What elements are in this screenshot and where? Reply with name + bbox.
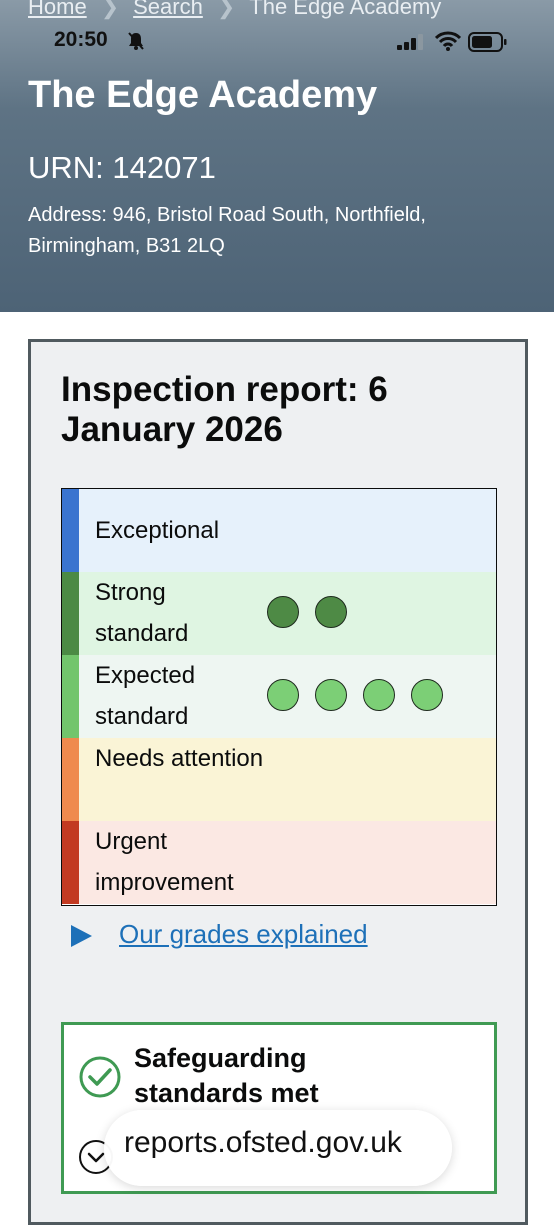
school-header: Home ❯ Search ❯ The Edge Academy 20:50 The E…: [0, 0, 554, 312]
breadcrumb-search-link[interactable]: Search: [133, 0, 203, 19]
grade-color-bar: [62, 489, 79, 572]
cellular-signal-icon: [397, 34, 423, 50]
grade-row: Needs attention: [62, 738, 496, 821]
grade-indicator-dot: [315, 679, 347, 711]
grade-indicator-dot: [267, 679, 299, 711]
wifi-icon: [435, 31, 461, 51]
grade-color-bar: [62, 572, 79, 655]
grade-row: Expected standard: [62, 655, 496, 738]
school-address: Address: 946, Bristol Road South, Northf…: [28, 204, 426, 257]
breadcrumb: Home ❯ Search ❯ The Edge Academy: [28, 0, 441, 20]
safeguarding-status: Safeguarding standards met: [134, 1043, 319, 1108]
status-bar: 20:50: [0, 28, 554, 58]
grade-indicator-dot: [315, 596, 347, 628]
battery-icon: [468, 32, 507, 52]
grade-row: Urgent improvement: [62, 821, 496, 904]
browser-url-bar[interactable]: reports.ofsted.gov.uk: [104, 1110, 452, 1186]
grade-indicator-dot: [411, 679, 443, 711]
inspection-report-panel: Inspection report: 6 January 2026 Except…: [28, 339, 528, 1225]
report-title: Inspection report: 6 January 2026: [61, 370, 388, 449]
breadcrumb-separator-icon: ❯: [216, 0, 236, 19]
bell-muted-icon: [128, 32, 144, 50]
status-time: 20:50: [54, 28, 108, 51]
urn-number: URN: 142071: [28, 150, 216, 185]
check-circle-icon: [79, 1056, 121, 1098]
expand-triangle-icon: [71, 925, 92, 947]
grade-color-bar: [62, 738, 79, 821]
grade-label: Exceptional: [95, 517, 220, 544]
grade-color-bar: [62, 821, 79, 904]
grade-label: Needs attention: [95, 745, 264, 772]
grades-table: Exceptional Strong standard Expected stand…: [61, 488, 497, 906]
grade-indicator-dot: [363, 679, 395, 711]
breadcrumb-separator-icon: ❯: [100, 0, 120, 19]
grades-explained-link[interactable]: Our grades explained: [119, 919, 368, 950]
grade-row: Exceptional: [62, 489, 496, 572]
grade-indicator-dot: [267, 596, 299, 628]
url-domain: reports.ofsted.gov.uk: [124, 1126, 402, 1159]
grade-color-bar: [62, 655, 79, 738]
school-name: The Edge Academy: [28, 74, 378, 116]
breadcrumb-current: The Edge Academy: [249, 0, 442, 19]
grade-label: Urgent improvement: [95, 828, 234, 896]
grade-label: Strong standard: [95, 579, 189, 647]
breadcrumb-home-link[interactable]: Home: [28, 0, 87, 19]
grade-row: Strong standard: [62, 572, 496, 655]
grade-label: Expected standard: [95, 662, 196, 730]
